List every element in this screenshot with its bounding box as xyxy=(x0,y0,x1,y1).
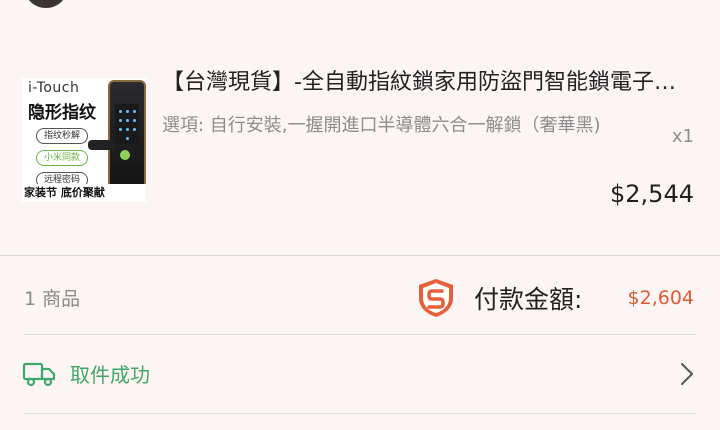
avatar xyxy=(26,0,66,8)
thumbnail-headline: 隐形指纹 xyxy=(28,103,96,123)
product-variant: 選項: 自行安裝,一握開進口半導體六合一解鎖（奢華黑) xyxy=(162,115,601,136)
truck-icon xyxy=(22,362,56,387)
thumbnail-tag: 指纹秒解 xyxy=(36,128,88,144)
fingerprint-sensor xyxy=(120,150,130,160)
row-divider xyxy=(24,413,696,414)
shield-s-icon xyxy=(419,279,453,317)
chevron-right-icon[interactable] xyxy=(680,361,694,387)
order-product-item[interactable]: i-Touch 隐形指纹 指纹秒解 小米同款 远程密码 家装节 底价聚献 【台灣… xyxy=(0,62,720,250)
thumbnail-brand: i-Touch xyxy=(28,80,80,96)
payment-amount: $2,604 xyxy=(627,287,694,309)
payment-label: 付款金額: xyxy=(474,285,583,314)
lock-handle xyxy=(88,140,114,150)
product-price: $2,544 xyxy=(610,180,694,208)
thumbnail-footer: 家装节 底价聚献 xyxy=(22,184,146,202)
thumbnail-tag: 小米同款 xyxy=(36,150,88,166)
order-summary: 1 商品 付款金額: $2,604 xyxy=(0,256,720,334)
product-quantity: x1 xyxy=(671,126,694,147)
pickup-status-row[interactable]: 取件成功 xyxy=(0,335,720,413)
product-thumbnail[interactable]: i-Touch 隐形指纹 指纹秒解 小米同款 远程密码 家装节 底价聚献 xyxy=(22,78,146,202)
item-count: 1 商品 xyxy=(24,288,81,310)
pickup-status-label: 取件成功 xyxy=(70,363,150,387)
product-title[interactable]: 【台灣現貨】-全自動指紋鎖家用防盜門智能鎖電子鎖密碼鎖 xyxy=(162,68,696,98)
order-detail-page: i-Touch 隐形指纹 指纹秒解 小米同款 远程密码 家装节 底价聚献 【台灣… xyxy=(0,0,720,430)
lock-keypad xyxy=(115,104,139,144)
